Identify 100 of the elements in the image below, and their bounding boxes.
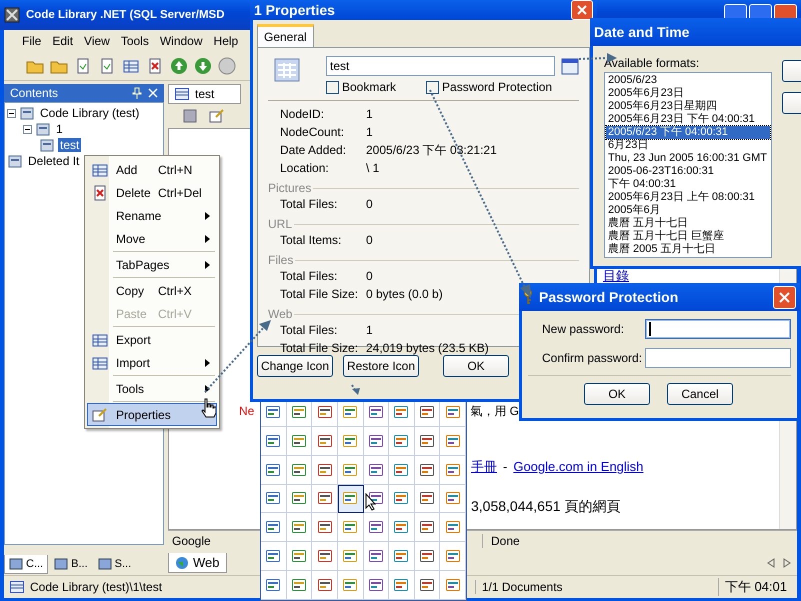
menu-item[interactable]: Properties (87, 403, 217, 426)
dialog-button[interactable]: Restore Icon (343, 355, 419, 377)
icon-option[interactable] (312, 571, 338, 600)
format-option[interactable]: 2005年6月23日 (606, 87, 770, 100)
format-option[interactable]: 2005-06-23T16:00:31 (606, 165, 770, 178)
contents-link[interactable]: 目錄 (603, 268, 629, 283)
collapse-toggle[interactable] (7, 108, 16, 118)
pane-tab[interactable]: B... (50, 555, 92, 573)
menu-item[interactable]: Export (87, 328, 217, 351)
menu-item[interactable]: Move (87, 227, 217, 250)
edit-icon[interactable] (208, 108, 226, 124)
close-button[interactable] (571, 0, 593, 20)
menu-item[interactable]: Import (87, 351, 217, 374)
symbol-icon (419, 432, 436, 449)
icon-option[interactable] (312, 513, 338, 542)
name-field[interactable]: test (326, 56, 555, 76)
dialog-button[interactable]: OK (443, 355, 509, 377)
menu-item[interactable]: TabPages (87, 253, 217, 276)
icon-option[interactable] (312, 456, 338, 485)
dialog-button[interactable]: Cancel (667, 383, 733, 405)
symbol-icon (368, 519, 384, 536)
tree-item[interactable]: 1 (54, 122, 65, 136)
icon-option[interactable] (312, 426, 338, 456)
format-option[interactable]: 下午 04:00:31 (606, 178, 770, 191)
dialog-button[interactable]: OK (584, 383, 650, 405)
dialog-title: Password Protection (539, 289, 678, 305)
edit-icon (91, 406, 109, 422)
symbol-icon (265, 548, 282, 564)
password-field[interactable] (645, 319, 791, 339)
field-value: 2005/6/23 下午 03:21:21 (366, 142, 497, 158)
symbol-icon (316, 577, 333, 594)
menu-item[interactable]: Add Ctrl+N (87, 158, 217, 181)
menu-item[interactable]: Copy Ctrl+X (87, 279, 217, 302)
menu-item[interactable]: Help (214, 34, 238, 48)
manual-link[interactable]: 手冊 (471, 459, 497, 474)
menu-item[interactable]: Rename (87, 204, 217, 227)
checkbox[interactable]: Bookmark (326, 80, 396, 94)
format-option[interactable]: 2005/6/23 (606, 74, 770, 87)
tree-item[interactable]: Deleted It (26, 154, 82, 168)
icon-option[interactable] (414, 513, 440, 542)
icon-option[interactable] (414, 456, 440, 485)
pane-icon (9, 556, 23, 570)
icon-option[interactable] (414, 571, 440, 600)
english-link[interactable]: Google.com in English (513, 459, 644, 474)
menu-item[interactable]: Edit (52, 34, 74, 48)
dialog-button[interactable]: Change Icon (257, 355, 333, 377)
format-option[interactable]: 2005年6月 (606, 204, 770, 217)
icon-option[interactable] (364, 426, 390, 456)
password-field[interactable] (645, 348, 791, 368)
icon-option[interactable] (338, 484, 364, 514)
menu-item[interactable]: Delete Ctrl+Del (87, 181, 217, 204)
field-label: Total Files: (280, 269, 338, 283)
left-arrow-icon[interactable] (767, 558, 775, 568)
format-option[interactable]: 農曆 五月十七日 (606, 217, 770, 230)
symbol-icon (393, 432, 410, 449)
format-option[interactable]: Thu, 23 Jun 2005 16:00:31 GMT (606, 152, 770, 165)
format-option[interactable]: 農曆 五月十七日 巨蟹座 (606, 230, 770, 243)
submenu-arrow-icon (205, 234, 210, 242)
icon-option[interactable] (364, 542, 390, 572)
browser-tab[interactable]: Web (168, 553, 226, 573)
right-arrow-icon[interactable] (783, 558, 791, 568)
format-option[interactable]: 2005年6月23日 下午 04:00:31 (606, 113, 770, 126)
menu-item[interactable]: Tools (120, 34, 149, 48)
format-option[interactable]: 2005/6/23 下午 04:00:31 (606, 126, 770, 139)
collapse-toggle[interactable] (23, 124, 32, 134)
tree-item[interactable]: test (58, 138, 82, 152)
field-label: NodeID: (280, 107, 326, 121)
tree-item[interactable]: Code Library (test) (38, 106, 142, 120)
field-label: Date Added: (280, 143, 348, 157)
field-label: Total Items: (280, 233, 342, 247)
menu-item[interactable]: View (84, 34, 110, 48)
format-option[interactable]: 2005年6月23日星期四 (606, 100, 770, 113)
pane-tab[interactable]: S... (94, 555, 136, 573)
icon-option[interactable] (312, 484, 338, 514)
icon-option[interactable] (312, 542, 338, 572)
menu-item[interactable]: File (22, 34, 42, 48)
format-option[interactable]: 2005年6月23日 上午 08:00:31 (606, 191, 770, 204)
pane-tab[interactable]: C... (4, 554, 48, 574)
document-tab[interactable]: test (168, 84, 242, 104)
symbol-icon (419, 548, 436, 564)
icon-option[interactable] (414, 484, 440, 514)
icon-option[interactable] (364, 513, 390, 542)
dialog-title: 1 Properties (254, 2, 335, 18)
checkbox[interactable]: Password Protection (426, 80, 552, 94)
calendar-icon[interactable] (561, 57, 579, 75)
dialog-tab[interactable]: General (257, 24, 314, 47)
field-label: Total Files: (280, 323, 338, 337)
menu-item[interactable]: Tools (87, 377, 217, 400)
close-button[interactable] (773, 286, 796, 308)
symbol-icon (419, 404, 436, 420)
format-option[interactable]: 農曆 2005 五月十七日 (606, 243, 770, 256)
pin-icon[interactable] (132, 87, 142, 99)
close-icon[interactable] (148, 88, 158, 98)
icon-option[interactable] (364, 571, 390, 600)
field-value: 24,019 bytes (23.5 KB) (366, 341, 489, 355)
circle-icon[interactable] (218, 57, 236, 75)
icon-option[interactable] (414, 542, 440, 572)
menu-item[interactable]: Window (160, 34, 203, 48)
icon-option[interactable] (364, 456, 390, 485)
icon-option[interactable] (414, 426, 440, 456)
